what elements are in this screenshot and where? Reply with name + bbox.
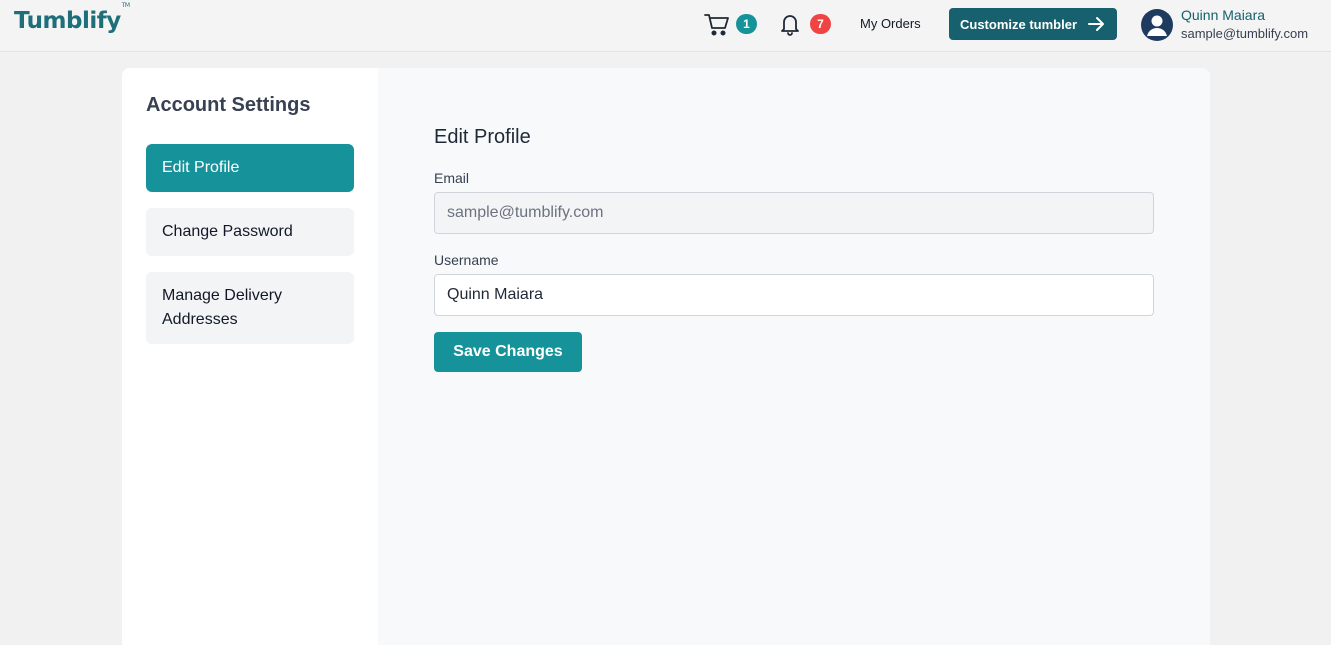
logo-text: Tumblify	[14, 8, 121, 34]
cart-count-badge: 1	[736, 14, 757, 34]
customize-tumbler-button[interactable]: Customize tumbler	[949, 8, 1117, 40]
user-email: sample@tumblify.com	[1181, 26, 1309, 41]
sidebar-item-change-password[interactable]: Change Password	[146, 208, 354, 256]
sidebar-title: Account Settings	[146, 94, 311, 116]
logo-trademark: TM	[121, 2, 130, 10]
top-navbar: TumblifyTM 1 7 My Orders Customize tumbl…	[0, 0, 1331, 52]
username-field[interactable]	[434, 274, 1154, 316]
user-avatar-icon[interactable]	[1141, 9, 1173, 41]
username-label: Username	[434, 252, 499, 268]
brand-logo[interactable]: TumblifyTM	[14, 2, 130, 34]
save-changes-button[interactable]: Save Changes	[434, 332, 582, 372]
user-name[interactable]: Quinn Maiara	[1181, 7, 1265, 23]
cart-icon[interactable]	[704, 12, 730, 36]
my-orders-link[interactable]: My Orders	[860, 16, 921, 31]
settings-sidebar: Account Settings Edit Profile Change Pas…	[122, 68, 378, 645]
bell-icon[interactable]	[778, 11, 802, 37]
sidebar-item-manage-delivery-addresses[interactable]: Manage Delivery Addresses	[146, 272, 354, 344]
customize-label: Customize tumbler	[960, 16, 1078, 32]
arrow-right-icon	[1088, 17, 1104, 31]
section-title: Edit Profile	[434, 126, 531, 148]
edit-profile-panel: Edit Profile Email Username Save Changes	[378, 68, 1210, 645]
sidebar-item-edit-profile[interactable]: Edit Profile	[146, 144, 354, 192]
email-label: Email	[434, 170, 470, 186]
notification-count-badge: 7	[810, 14, 831, 34]
email-field	[434, 192, 1154, 234]
